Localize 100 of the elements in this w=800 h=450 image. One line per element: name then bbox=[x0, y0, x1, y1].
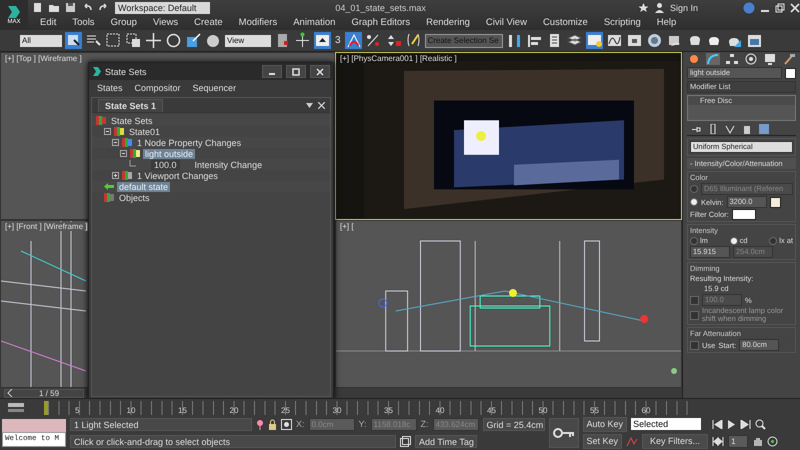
play-icon[interactable] bbox=[727, 420, 736, 429]
collapse-icon[interactable] bbox=[104, 128, 111, 136]
isolate-icon[interactable] bbox=[400, 436, 411, 447]
motion-icon[interactable] bbox=[744, 52, 758, 65]
checkbox[interactable] bbox=[690, 310, 699, 320]
tree-item[interactable]: 1 Node Property Changes bbox=[135, 138, 244, 148]
scene-explorer-icon[interactable] bbox=[586, 32, 603, 50]
collapse-icon[interactable] bbox=[112, 139, 119, 146]
menu-item[interactable]: Compositor bbox=[134, 82, 181, 93]
kelvin-color-swatch[interactable] bbox=[770, 196, 781, 208]
workspace-dropdown[interactable]: Workspace: Default bbox=[115, 2, 210, 14]
menu-item[interactable]: Civil View bbox=[478, 17, 535, 28]
checkbox[interactable] bbox=[690, 340, 699, 350]
previous-frame-icon[interactable] bbox=[7, 389, 13, 398]
menu-item[interactable]: Customize bbox=[534, 17, 596, 28]
camera-viewport[interactable]: [+] [PhysCamera001 ] [Realistic ] bbox=[335, 52, 682, 220]
zoom-icon[interactable] bbox=[755, 418, 766, 430]
menu-item[interactable]: Views bbox=[144, 17, 186, 28]
collapse-icon[interactable] bbox=[120, 150, 127, 158]
menu-item[interactable]: States bbox=[97, 82, 123, 93]
value-field[interactable]: 100.0 bbox=[151, 160, 180, 170]
add-time-tag-button[interactable]: Add Time Tag bbox=[415, 434, 477, 448]
selection-filter-dropdown[interactable]: All bbox=[20, 34, 62, 47]
state-sets-tab[interactable]: State Sets 1 bbox=[98, 98, 164, 112]
modify-icon[interactable] bbox=[706, 52, 720, 65]
star-icon[interactable] bbox=[638, 2, 649, 13]
align-icon[interactable] bbox=[526, 32, 543, 50]
object-color-swatch[interactable] bbox=[785, 68, 796, 79]
manipulate-icon[interactable] bbox=[294, 32, 311, 50]
keyboard-shortcut-icon[interactable] bbox=[314, 32, 331, 50]
pin-icon[interactable] bbox=[691, 124, 701, 134]
move-icon[interactable] bbox=[145, 32, 162, 50]
radio-button[interactable] bbox=[690, 198, 698, 206]
lock-icon[interactable] bbox=[268, 418, 277, 430]
close-icon[interactable] bbox=[318, 102, 325, 109]
pin-icon[interactable] bbox=[256, 418, 264, 430]
unique-icon[interactable] bbox=[725, 124, 735, 134]
curve-icon[interactable] bbox=[626, 436, 638, 447]
key-mode-dropdown[interactable]: Selected bbox=[631, 418, 702, 430]
sign-in-link[interactable]: Sign In bbox=[670, 2, 698, 12]
menu-item[interactable]: Help bbox=[648, 17, 684, 28]
window-crossing-icon[interactable] bbox=[125, 32, 142, 50]
remove-modifier-icon[interactable] bbox=[743, 124, 751, 134]
tree-item[interactable]: 1 Viewport Changes bbox=[135, 170, 220, 181]
rectangle-selection-icon[interactable] bbox=[105, 32, 122, 50]
menu-item[interactable]: Modifiers bbox=[230, 17, 286, 28]
angle-snap-icon[interactable] bbox=[344, 32, 362, 50]
key-mode-icon[interactable] bbox=[712, 436, 724, 446]
filter-color-swatch[interactable] bbox=[732, 209, 756, 220]
menu-item[interactable]: Rendering bbox=[418, 17, 478, 28]
hierarchy-icon[interactable] bbox=[725, 52, 739, 65]
menu-item[interactable]: Sequencer bbox=[192, 82, 236, 93]
close-icon[interactable] bbox=[790, 2, 800, 12]
menu-item[interactable]: Group bbox=[102, 17, 145, 28]
menu-item[interactable]: Edit bbox=[32, 17, 64, 28]
go-to-end-icon[interactable] bbox=[740, 420, 752, 429]
show-end-result-icon[interactable] bbox=[709, 124, 717, 134]
folder-icon[interactable] bbox=[48, 2, 60, 13]
minimize-button[interactable] bbox=[262, 65, 282, 78]
utilities-icon[interactable] bbox=[782, 52, 796, 65]
time-slider-thumb[interactable]: 1 / 59 bbox=[4, 388, 84, 398]
auto-key-button[interactable]: Auto Key bbox=[582, 416, 628, 432]
create-icon[interactable] bbox=[687, 52, 701, 65]
tree-item[interactable]: State Sets bbox=[109, 116, 155, 126]
help-icon[interactable] bbox=[743, 2, 755, 14]
maximize-button[interactable] bbox=[286, 65, 306, 78]
new-file-icon[interactable] bbox=[32, 2, 43, 13]
track-bar[interactable]: 5 10 15 20 25 30 35 40 45 50 55 60 bbox=[0, 398, 800, 416]
go-to-start-icon[interactable] bbox=[712, 420, 724, 429]
tree-item[interactable]: State01 bbox=[127, 126, 162, 137]
set-keys-button[interactable] bbox=[548, 418, 579, 448]
scale-icon[interactable] bbox=[185, 32, 202, 50]
pan-icon[interactable] bbox=[752, 436, 764, 447]
display-icon[interactable] bbox=[763, 52, 777, 65]
menu-item[interactable]: Graph Editors bbox=[343, 17, 418, 28]
viewport-label[interactable]: [+] [Front ] [Wireframe ] bbox=[4, 222, 88, 232]
tree-item[interactable]: Objects bbox=[117, 192, 152, 203]
viewport-label[interactable]: [+] [Top ] [Wireframe ] bbox=[4, 54, 83, 64]
tree-item[interactable]: Intensity Change bbox=[192, 160, 264, 170]
menu-item[interactable]: Create bbox=[186, 17, 231, 28]
listener-input[interactable] bbox=[2, 418, 66, 432]
orbit-icon[interactable] bbox=[767, 436, 778, 447]
snap-toggle[interactable]: 3 bbox=[334, 35, 342, 46]
save-icon[interactable] bbox=[65, 2, 76, 13]
expand-icon[interactable] bbox=[112, 172, 119, 180]
select-object-icon[interactable] bbox=[65, 32, 82, 50]
viewport-label[interactable]: [+] [PhysCamera001 ] [Realistic ] bbox=[339, 54, 458, 64]
user-icon[interactable] bbox=[654, 2, 665, 13]
current-frame-field[interactable]: 1 bbox=[728, 434, 748, 448]
configure-icon[interactable] bbox=[759, 124, 769, 134]
key-filters-button[interactable]: Key Filters... bbox=[642, 434, 708, 449]
viewport-label[interactable]: [+] [ bbox=[339, 222, 355, 232]
left-viewport[interactable]: [+] [ bbox=[335, 220, 682, 388]
reference-coordinate-dropdown[interactable]: View bbox=[225, 34, 271, 47]
restore-icon[interactable] bbox=[775, 2, 785, 12]
dropdown-arrow-icon[interactable] bbox=[306, 102, 313, 108]
absolute-mode-icon[interactable] bbox=[281, 418, 292, 430]
menu-item[interactable]: Tools bbox=[64, 17, 103, 28]
menu-item[interactable]: Scripting bbox=[596, 17, 649, 28]
set-key-button[interactable]: Set Key bbox=[582, 434, 622, 449]
